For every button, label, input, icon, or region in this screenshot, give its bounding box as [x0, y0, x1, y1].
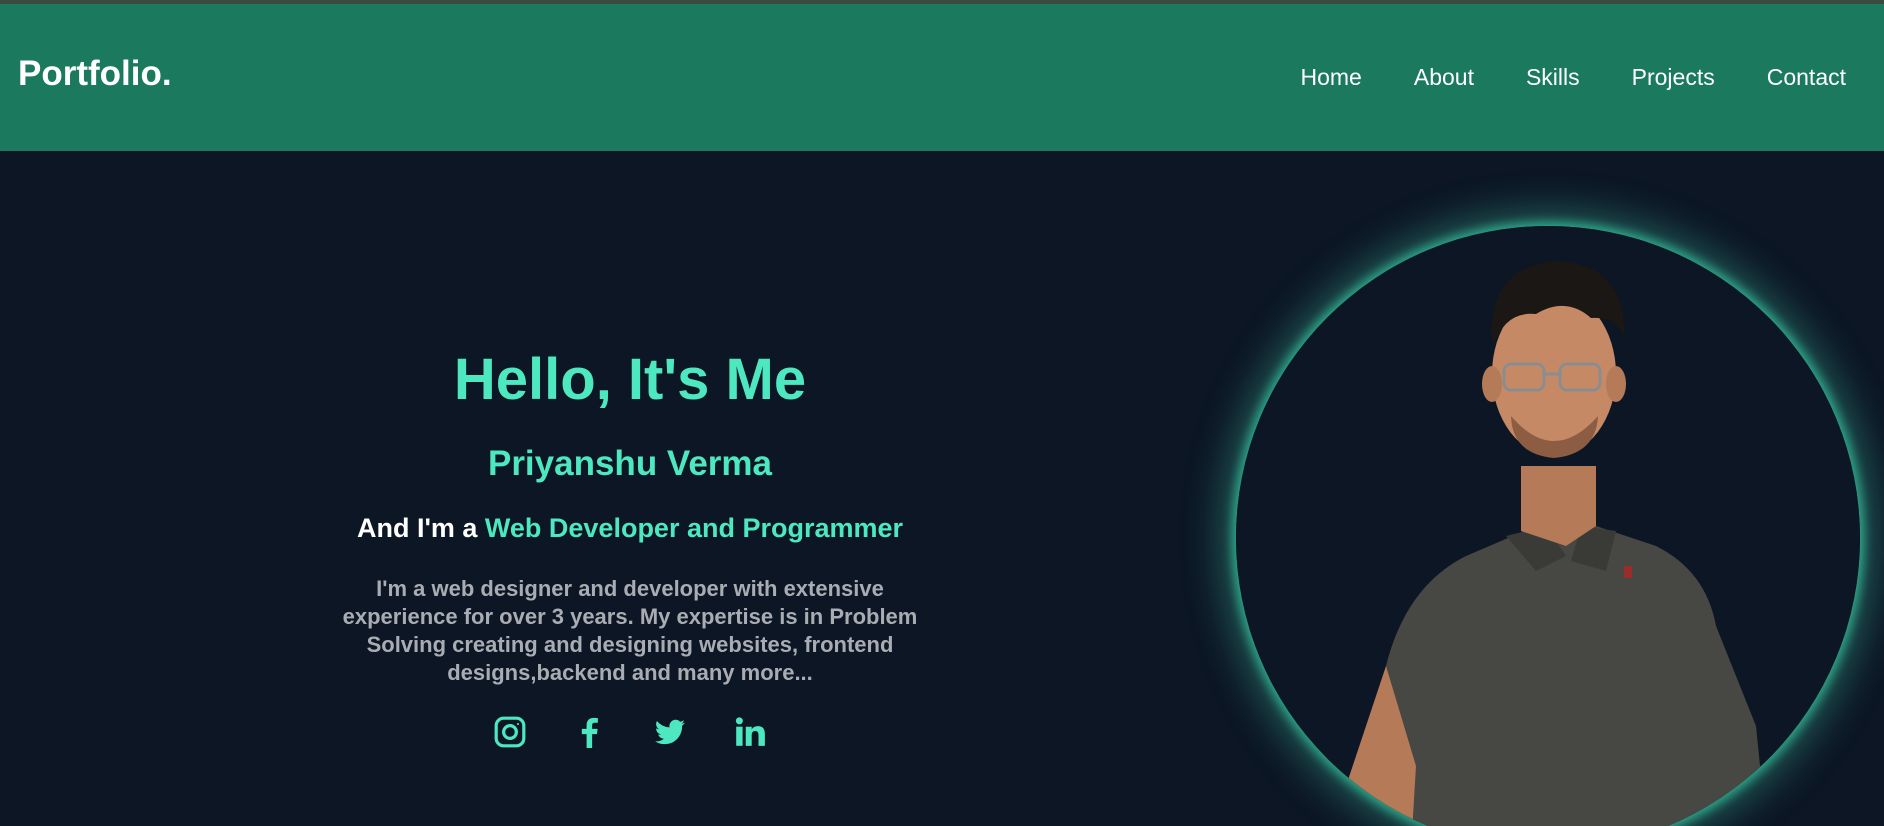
instagram-icon[interactable]: [493, 715, 527, 749]
twitter-icon[interactable]: [653, 715, 687, 749]
profile-photo: [1236, 226, 1860, 826]
role-prefix: And I'm a: [356, 513, 485, 543]
nav-home[interactable]: Home: [1301, 66, 1362, 89]
hero-intro: Hello, It's Me Priyanshu Verma And I'm a…: [330, 351, 930, 749]
site-header: Portfolio. Home About Skills Projects Co…: [0, 4, 1884, 151]
main-nav: Home About Skills Projects Contact: [1249, 66, 1847, 89]
hero-section: Hello, It's Me Priyanshu Verma And I'm a…: [0, 151, 1884, 826]
social-links: [330, 715, 930, 749]
logo[interactable]: Portfolio.: [18, 56, 172, 91]
nav-about[interactable]: About: [1414, 66, 1474, 89]
nav-skills[interactable]: Skills: [1526, 66, 1580, 89]
linkedin-icon[interactable]: [733, 715, 767, 749]
role-highlight: Web Developer and Programmer: [484, 513, 904, 543]
hero-role: And I'm a Web Developer and Programmer: [330, 515, 930, 542]
hero-bio: I'm a web designer and developer with ex…: [342, 576, 918, 685]
hero-greeting: Hello, It's Me: [453, 347, 807, 412]
nav-projects[interactable]: Projects: [1632, 66, 1715, 89]
nav-contact[interactable]: Contact: [1767, 66, 1846, 89]
hero-name: Priyanshu Verma: [487, 444, 773, 483]
facebook-icon[interactable]: [573, 715, 607, 749]
